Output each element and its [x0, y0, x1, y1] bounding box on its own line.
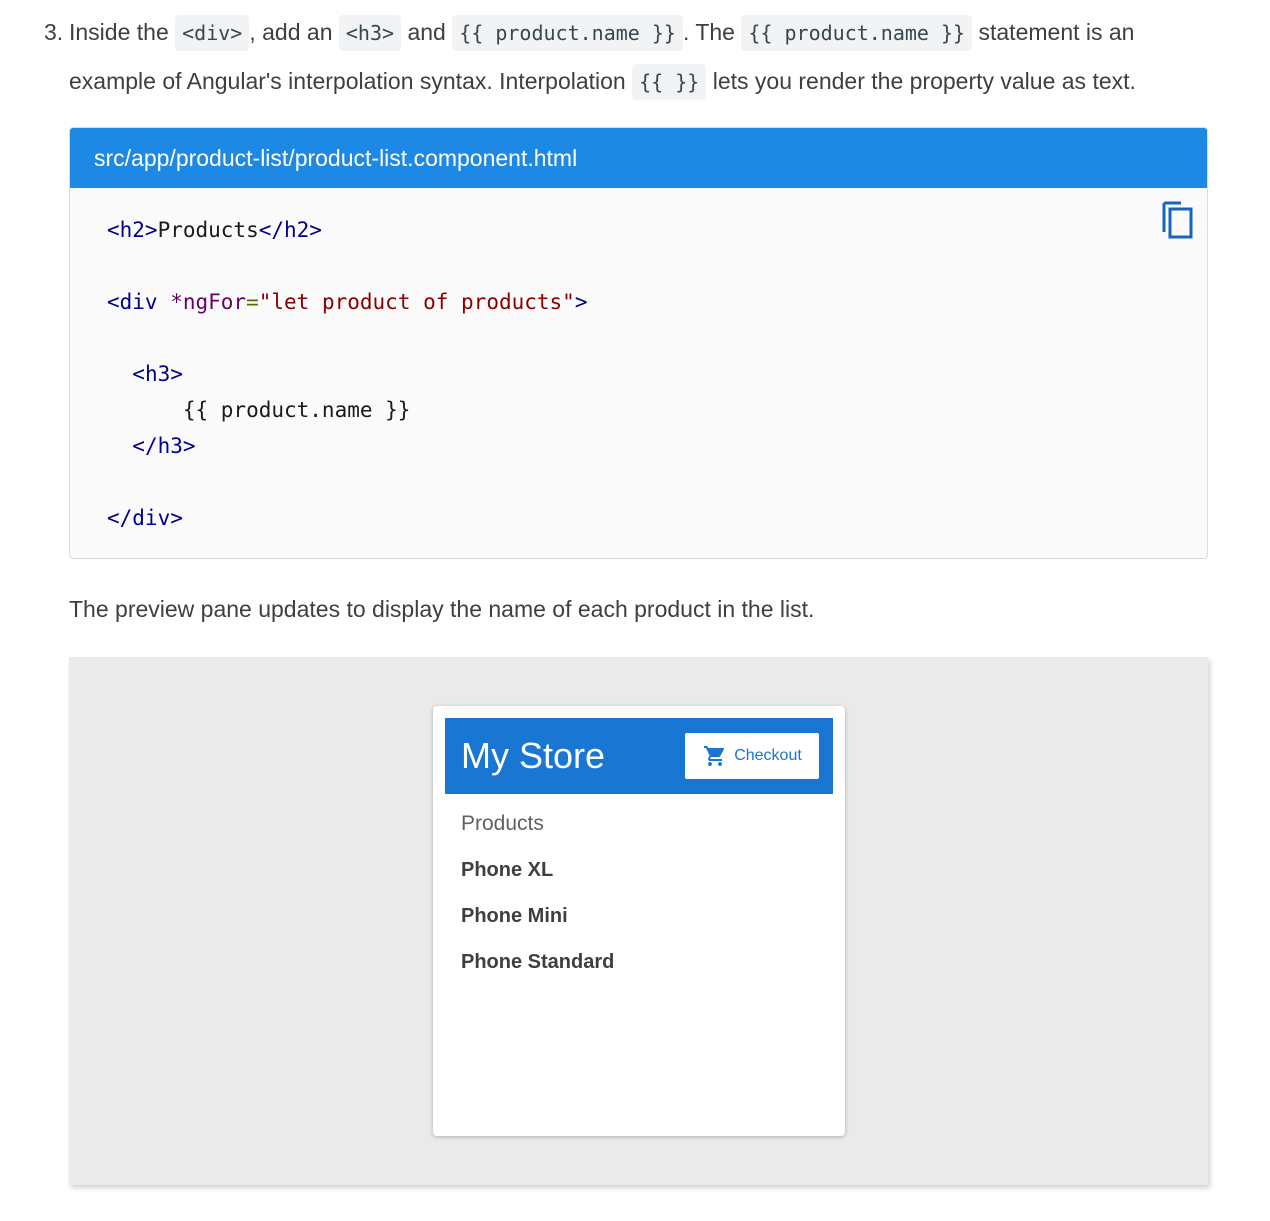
- step-text: and: [407, 19, 446, 45]
- product-name: Phone Standard: [461, 951, 615, 973]
- code-token: =: [246, 290, 259, 314]
- code-block: <h2>Products</h2> <div *ngFor="let produ…: [107, 212, 587, 536]
- step-text: example of Angular's interpolation synta…: [69, 68, 626, 94]
- app-preview-card: My Store Checkout Products Phone XL Phon…: [433, 706, 845, 1136]
- code-token: *ngFor: [157, 290, 247, 314]
- code-token: <h2>: [107, 218, 158, 242]
- step-number: 3.: [44, 19, 64, 45]
- code-panel: src/app/product-list/product-list.compon…: [69, 127, 1208, 559]
- code-token: {{ product.name }}: [182, 398, 411, 422]
- inline-code: {{ product.name }}: [452, 15, 683, 51]
- step-text: , add an: [249, 19, 333, 45]
- copy-icon: [1162, 201, 1193, 239]
- inline-code: <h3>: [338, 15, 402, 51]
- app-top-bar: My Store Checkout: [445, 718, 833, 794]
- inline-code: {{ }}: [632, 64, 707, 100]
- step-text: lets you render the property value as te…: [712, 68, 1136, 94]
- product-name: Phone Mini: [461, 905, 568, 927]
- step-text: . The: [682, 19, 735, 45]
- code-token: </h2>: [258, 218, 322, 242]
- code-token: "let product of products": [258, 290, 575, 314]
- copy-code-button[interactable]: [1161, 200, 1195, 240]
- products-heading: Products: [461, 812, 544, 835]
- product-list: Phone XL Phone Mini Phone Standard: [461, 858, 614, 996]
- step-line: example of Angular's interpolation synta…: [44, 57, 1214, 106]
- code-token: >: [574, 290, 588, 314]
- code-filename: src/app/product-list/product-list.compon…: [70, 128, 1207, 188]
- code-token: Products: [157, 218, 259, 242]
- code-token: <div: [107, 290, 158, 314]
- app-title[interactable]: My Store: [461, 718, 605, 794]
- code-token: </div>: [107, 506, 183, 530]
- preview-pane: My Store Checkout Products Phone XL Phon…: [69, 657, 1208, 1185]
- code-token: </h3>: [132, 434, 196, 458]
- inline-code: {{ product.name }}: [741, 15, 973, 51]
- step-text: Inside the: [69, 19, 169, 45]
- code-token: <h3>: [132, 362, 183, 386]
- step-text: statement is an: [978, 19, 1135, 45]
- description-text: The preview pane updates to display the …: [69, 596, 815, 622]
- step-paragraph: 3. Inside the <div>, add an <h3> and {{ p…: [44, 8, 1214, 106]
- checkout-label: Checkout: [734, 747, 802, 764]
- inline-code: <div>: [175, 15, 250, 51]
- product-name: Phone XL: [461, 859, 554, 881]
- cart-icon: [704, 746, 725, 766]
- checkout-button[interactable]: Checkout: [685, 733, 819, 779]
